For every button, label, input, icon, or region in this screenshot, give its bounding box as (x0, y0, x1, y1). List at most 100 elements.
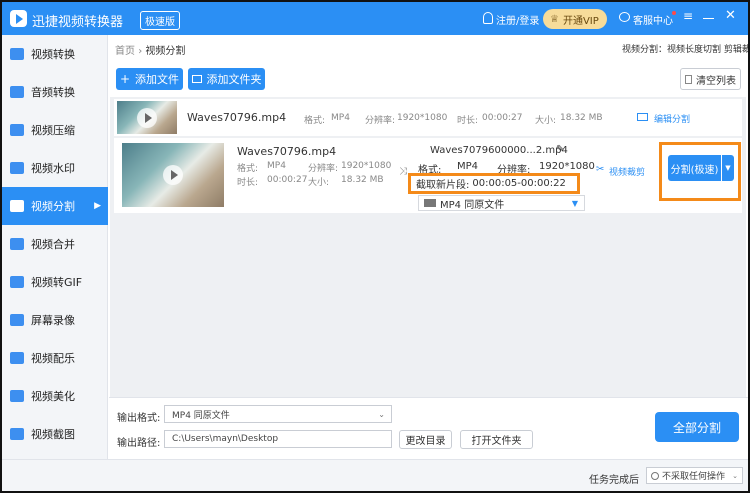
edit-split-icon (637, 113, 648, 121)
file-name: Waves70796.mp4 (237, 145, 337, 158)
duration-value: 00:00:27 (482, 113, 523, 123)
add-folder-button[interactable]: 添加文件夹 (188, 68, 265, 90)
record-icon (10, 314, 24, 326)
screenshot-icon (10, 428, 24, 440)
compress-icon (10, 124, 24, 136)
sidebar-item-label: 视频转GIF (31, 276, 83, 289)
dropdown-arrow-icon: ⌄ (732, 471, 738, 480)
dropdown-arrow-icon: ▼ (571, 198, 578, 208)
play-icon[interactable] (137, 107, 157, 128)
plus-icon: + (119, 72, 131, 86)
add-file-button[interactable]: + 添加文件 (116, 68, 183, 90)
menu-icon[interactable]: ≡ (683, 9, 693, 23)
duration-label: 时长: (237, 178, 259, 188)
sidebar-item-to-gif[interactable]: 视频转GIF (2, 263, 108, 301)
play-logo-icon (16, 14, 23, 24)
sidebar-item-label: 视频转换 (31, 48, 75, 61)
sidebar-item-video-screenshot[interactable]: 视频截图 (2, 415, 108, 453)
output-path-label: 输出路径: (117, 438, 161, 449)
task-done-label: 任务完成后 (589, 475, 639, 486)
folder-icon (191, 75, 202, 83)
audio-convert-icon (10, 86, 24, 98)
file-row[interactable]: Waves70796.mp4 格式: MP4 分辨率: 1920*1080 时长… (114, 99, 742, 136)
format-value: MP4 (331, 113, 350, 123)
output-format-dropdown[interactable]: MP4 同原文件 ⌄ (164, 405, 392, 423)
sidebar: 视频转换 音频转换 视频压缩 视频水印 视频分割 ▶ 视频合并 视频转GIF 屏幕… (2, 35, 108, 459)
size-label: 大小: (308, 178, 330, 188)
split-options-dropdown[interactable]: ▼ (722, 155, 734, 181)
sidebar-item-video-split[interactable]: 视频分割 ▶ (2, 187, 108, 225)
breadcrumb-current: 视频分割 (145, 46, 186, 57)
music-icon (10, 352, 24, 364)
edition-badge: 极速版 (140, 11, 180, 30)
open-folder-label: 打开文件夹 (471, 436, 522, 447)
split-all-label: 全部分割 (672, 420, 721, 435)
sidebar-item-screen-record[interactable]: 屏幕录像 (2, 301, 108, 339)
clip-range-highlight: 截取新片段: 00:00:05-00:00:22 (408, 173, 580, 194)
sidebar-item-video-convert[interactable]: 视频转换 (2, 35, 108, 73)
trash-icon (685, 74, 692, 84)
resolution-value: 1920*1080 (397, 113, 448, 123)
video-crop-link[interactable]: 视频裁剪 (609, 165, 645, 178)
crown-icon: ♕ (550, 13, 559, 25)
video-thumbnail (117, 101, 177, 134)
sidebar-item-video-merge[interactable]: 视频合并 (2, 225, 108, 263)
format-value: MP4 (267, 161, 286, 171)
after-task-select[interactable]: 不采取任何操作 ⌄ (646, 467, 743, 484)
clip-label: 截取新片段: (416, 180, 470, 191)
feature-description: 视频分割：视频长度切割 剪辑裁剪 (622, 45, 750, 55)
after-task-value: 不采取任何操作 (662, 472, 726, 482)
watermark-icon (10, 162, 24, 174)
output-format-label: 输出格式: (117, 413, 161, 424)
beautify-icon (10, 390, 24, 402)
close-icon[interactable]: ✕ (725, 8, 736, 23)
resolution-label: 分辨率: (365, 116, 396, 126)
video-format-icon (424, 199, 436, 207)
split-fast-button[interactable]: 分割(极速) (668, 155, 721, 181)
sidebar-item-label: 视频压缩 (31, 124, 75, 137)
rename-pencil-icon[interactable]: ✎ (556, 144, 564, 155)
file-name: Waves70796.mp4 (187, 111, 287, 124)
breadcrumb-home[interactable]: 首页 (115, 46, 135, 57)
size-label: 大小: (535, 116, 557, 126)
format-label: 格式: (304, 116, 326, 126)
output-format-value: MP4 (457, 161, 479, 172)
change-directory-button[interactable]: 更改目录 (399, 430, 452, 449)
sidebar-item-video-compress[interactable]: 视频压缩 (2, 111, 108, 149)
sidebar-item-label: 视频水印 (31, 162, 75, 175)
sidebar-item-audio-convert[interactable]: 音频转换 (2, 73, 108, 111)
chevron-down-icon: ▼ (725, 164, 731, 172)
size-value: 18.32 MB (560, 113, 603, 123)
add-folder-label: 添加文件夹 (206, 73, 262, 86)
play-icon[interactable] (163, 165, 183, 185)
video-convert-icon (10, 48, 24, 60)
title-bar: 迅捷视频转换器 极速版 注册/登录 ♕ 开通VIP 客服中心 ≡ ✕ (2, 2, 748, 35)
sidebar-item-label: 屏幕录像 (31, 314, 75, 327)
edit-split-link[interactable]: 编辑分割 (654, 112, 690, 125)
file-list: Waves70796.mp4 格式: MP4 分辨率: 1920*1080 时长… (110, 97, 746, 397)
no-entry-icon (651, 471, 659, 480)
file-row-split[interactable]: Waves70796.mp4 格式: MP4 分辨率: 1920*1080 时长… (114, 138, 742, 213)
sidebar-item-watermark[interactable]: 视频水印 (2, 149, 108, 187)
change-directory-label: 更改目录 (405, 436, 446, 447)
sidebar-item-video-beautify[interactable]: 视频美化 (2, 377, 108, 415)
output-path-field[interactable]: C:\Users\mayn\Desktop (164, 430, 392, 448)
vip-button[interactable]: ♕ 开通VIP (543, 9, 607, 29)
dropdown-arrow-icon: ⌄ (378, 409, 385, 419)
app-title: 迅捷视频转换器 (32, 15, 124, 30)
login-link[interactable]: 注册/登录 (496, 12, 539, 27)
customer-service-link[interactable]: 客服中心 (633, 12, 673, 27)
shuffle-arrow-icon: ⤨ (399, 166, 407, 177)
clip-range: 00:00:05-00:00:22 (472, 178, 566, 189)
open-folder-button[interactable]: 打开文件夹 (460, 430, 533, 449)
split-all-button[interactable]: 全部分割 (655, 412, 739, 442)
gif-icon (10, 276, 24, 288)
minimize-icon[interactable] (703, 18, 714, 19)
output-format-dropdown-value: MP4 同原文件 (172, 410, 230, 421)
sidebar-item-video-music[interactable]: 视频配乐 (2, 339, 108, 377)
sidebar-item-label: 视频配乐 (31, 352, 75, 365)
output-format-select[interactable]: MP4 同原文件 ▼ (418, 195, 585, 211)
clear-list-button[interactable]: 清空列表 (680, 68, 741, 90)
sidebar-item-label: 视频美化 (31, 390, 75, 403)
split-icon (10, 200, 24, 212)
